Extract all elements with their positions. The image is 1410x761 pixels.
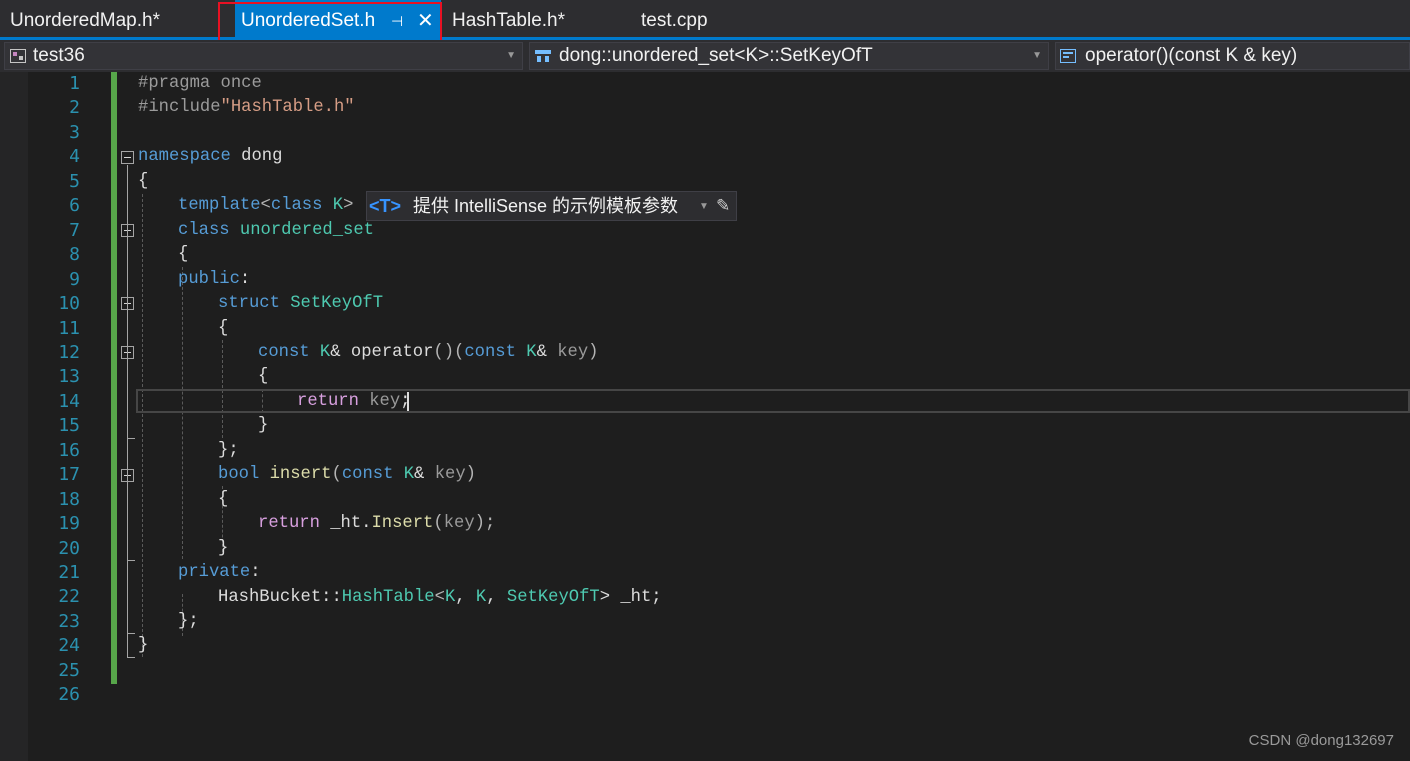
line-number: 8 bbox=[69, 244, 80, 265]
class-icon bbox=[535, 50, 551, 62]
tab-test-cpp[interactable]: test.cpp bbox=[641, 0, 761, 37]
text-cursor bbox=[407, 392, 409, 411]
code-line-21: private: bbox=[178, 563, 261, 582]
code-line-13: { bbox=[258, 367, 269, 386]
scope-name: dong::unordered_set<K>::SetKeyOfT bbox=[559, 45, 873, 66]
editor-margin bbox=[0, 72, 28, 761]
code-line-19: return _ht.Insert(key); bbox=[258, 514, 496, 533]
line-number: 22 bbox=[58, 586, 80, 607]
code-line-20: } bbox=[218, 539, 229, 558]
template-bar-label: 提供 IntelliSense 的示例模板参数 bbox=[413, 196, 679, 216]
line-number: 10 bbox=[58, 293, 80, 314]
line-number: 24 bbox=[58, 635, 80, 656]
line-number: 11 bbox=[58, 318, 80, 339]
indent-guide bbox=[142, 194, 143, 657]
line-number: 6 bbox=[69, 195, 80, 216]
project-icon bbox=[10, 49, 26, 63]
fold-end bbox=[127, 633, 135, 634]
code-line-15: } bbox=[258, 416, 269, 435]
code-line-8: { bbox=[178, 245, 189, 264]
project-dropdown[interactable]: test36 ▼ bbox=[4, 42, 523, 70]
fold-line bbox=[127, 165, 128, 657]
chevron-down-icon: ▼ bbox=[506, 50, 516, 61]
line-number: 21 bbox=[58, 562, 80, 583]
template-icon: <T> bbox=[369, 196, 402, 216]
tab-label: test.cpp bbox=[641, 10, 708, 31]
line-number: 7 bbox=[69, 220, 80, 241]
edit-icon[interactable]: ✎ bbox=[716, 192, 730, 220]
fold-end bbox=[127, 657, 135, 658]
code-line-24: } bbox=[138, 636, 149, 655]
scope-dropdown[interactable]: dong::unordered_set<K>::SetKeyOfT ▼ bbox=[529, 42, 1049, 70]
line-number: 14 bbox=[58, 391, 80, 412]
tab-label: UnorderedMap.h* bbox=[10, 10, 160, 31]
line-number: 12 bbox=[58, 342, 80, 363]
line-number: 13 bbox=[58, 366, 80, 387]
code-line-16: }; bbox=[218, 441, 239, 460]
code-line-11: { bbox=[218, 319, 229, 338]
code-line-9: public: bbox=[178, 270, 251, 289]
chevron-down-icon[interactable]: ▼ bbox=[699, 193, 709, 221]
indent-guide bbox=[182, 267, 183, 559]
line-number: 16 bbox=[58, 440, 80, 461]
line-number: 25 bbox=[58, 660, 80, 681]
tab-hashtable-h[interactable]: HashTable.h* bbox=[452, 0, 622, 37]
fold-end bbox=[127, 438, 135, 439]
line-number: 9 bbox=[69, 269, 80, 290]
change-tracking-bar bbox=[111, 72, 117, 684]
code-line-7: class unordered_set bbox=[178, 221, 374, 240]
tab-label: HashTable.h* bbox=[452, 10, 566, 31]
code-line-10: struct SetKeyOfT bbox=[218, 294, 384, 313]
code-line-14: return key; bbox=[297, 392, 411, 411]
code-line-2: #include"HashTable.h" bbox=[138, 98, 355, 117]
line-number: 17 bbox=[58, 464, 80, 485]
collapse-icon[interactable] bbox=[121, 151, 134, 164]
chevron-down-icon: ▼ bbox=[1032, 50, 1042, 61]
method-icon bbox=[1060, 49, 1076, 63]
template-intellisense-bar[interactable]: <T> 提供 IntelliSense 的示例模板参数 ▼ ✎ bbox=[366, 191, 737, 221]
code-line-4: namespace dong bbox=[138, 147, 283, 166]
code-line-17: bool insert(const K& key) bbox=[218, 465, 476, 484]
line-number: 19 bbox=[58, 513, 80, 534]
line-number: 5 bbox=[69, 171, 80, 192]
member-dropdown[interactable]: operator()(const K & key) bbox=[1055, 42, 1410, 70]
pin-icon[interactable]: ⊣ bbox=[391, 0, 403, 42]
code-line-5: { bbox=[138, 172, 149, 191]
tab-label: UnorderedSet.h bbox=[241, 10, 376, 31]
tab-unorderedmap-h[interactable]: UnorderedMap.h* bbox=[10, 0, 210, 37]
code-line-23: }; bbox=[178, 612, 199, 631]
fold-end bbox=[127, 560, 135, 561]
project-name: test36 bbox=[33, 45, 85, 66]
code-line-1: #pragma once bbox=[138, 74, 262, 93]
document-tab-strip: UnorderedMap.h* UnorderedSet.h ⊣ ✕ HashT… bbox=[0, 0, 1410, 40]
watermark: CSDN @dong132697 bbox=[1248, 732, 1394, 749]
line-number: 2 bbox=[69, 97, 80, 118]
close-icon[interactable]: ✕ bbox=[417, 0, 434, 42]
line-number: 20 bbox=[58, 538, 80, 559]
code-line-18: { bbox=[218, 490, 229, 509]
line-number: 15 bbox=[58, 415, 80, 436]
code-line-6: template<class K> bbox=[178, 196, 354, 215]
code-editor[interactable]: 1 2 3 4 5 6 7 8 9 10 11 12 13 14 15 16 17 18 19 20 21 22 23 24 2… bbox=[0, 72, 1410, 761]
navigation-bar: test36 ▼ dong::unordered_set<K>::SetKeyO… bbox=[0, 40, 1410, 72]
line-number: 4 bbox=[69, 146, 80, 167]
member-name: operator()(const K & key) bbox=[1085, 45, 1298, 66]
line-number: 3 bbox=[69, 122, 80, 143]
line-number: 18 bbox=[58, 489, 80, 510]
line-number: 26 bbox=[58, 684, 80, 705]
tab-unorderedset-h[interactable]: UnorderedSet.h ⊣ ✕ bbox=[235, 0, 441, 37]
code-line-12: const K& operator()(const K& key) bbox=[258, 343, 599, 362]
line-number: 23 bbox=[58, 611, 80, 632]
code-line-22: HashBucket::HashTable<K, K, SetKeyOfT> _… bbox=[218, 588, 662, 607]
line-number: 1 bbox=[69, 73, 80, 94]
